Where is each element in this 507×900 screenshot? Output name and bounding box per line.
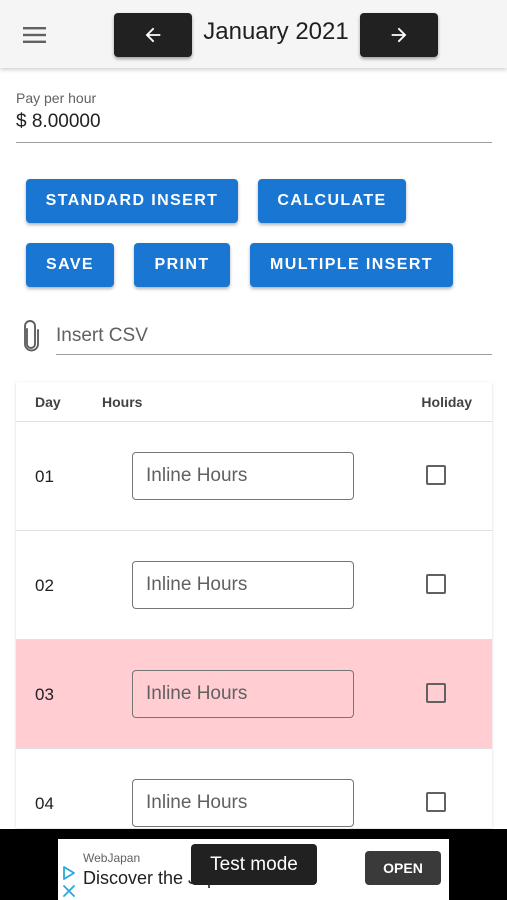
hours-input[interactable] — [132, 779, 354, 827]
ad-choices-icon[interactable] — [61, 865, 77, 899]
insert-csv-input[interactable] — [56, 322, 492, 350]
table-row: 01 — [16, 422, 492, 531]
test-mode-badge: Test mode — [191, 844, 317, 885]
save-button[interactable]: SAVE — [26, 243, 114, 287]
column-header-hours: Hours — [102, 394, 143, 410]
hours-table: Day Hours Holiday 01 02 03 04 — [16, 382, 492, 828]
pay-field-underline — [16, 142, 492, 143]
pay-per-hour-field[interactable]: $ 8.00000 — [16, 111, 101, 133]
ad-brand: WebJapan — [83, 851, 141, 865]
hours-input[interactable] — [132, 452, 354, 500]
table-header: Day Hours Holiday — [16, 382, 492, 422]
table-row: 03 — [16, 640, 492, 749]
column-header-holiday: Holiday — [421, 394, 472, 410]
hours-input[interactable] — [132, 561, 354, 609]
arrow-right-icon — [391, 27, 407, 43]
paperclip-icon[interactable] — [19, 320, 43, 352]
row-day: 01 — [35, 467, 54, 486]
ad-open-button[interactable]: OPEN — [365, 851, 441, 885]
csv-input-underline — [56, 354, 492, 355]
table-row: 02 — [16, 531, 492, 640]
multiple-insert-button[interactable]: MULTIPLE INSERT — [250, 243, 453, 287]
previous-month-button[interactable] — [114, 13, 192, 57]
menu-button[interactable] — [16, 18, 54, 52]
row-day: 04 — [35, 794, 54, 813]
row-day: 02 — [35, 576, 54, 595]
table-row: 04 — [16, 749, 492, 828]
top-app-bar: January 2021 — [0, 0, 507, 68]
hours-input[interactable] — [132, 670, 354, 718]
hamburger-menu-icon — [23, 27, 46, 43]
column-header-day: Day — [35, 394, 61, 410]
month-title: January 2021 — [203, 18, 349, 45]
row-day: 03 — [35, 685, 54, 704]
holiday-checkbox[interactable] — [426, 574, 446, 594]
standard-insert-button[interactable]: STANDARD INSERT — [26, 179, 238, 223]
print-button[interactable]: PRINT — [134, 243, 230, 287]
holiday-checkbox[interactable] — [426, 465, 446, 485]
calculate-button[interactable]: CALCULATE — [258, 179, 406, 223]
pay-per-hour-label: Pay per hour — [16, 90, 97, 106]
holiday-checkbox[interactable] — [426, 683, 446, 703]
next-month-button[interactable] — [360, 13, 438, 57]
holiday-checkbox[interactable] — [426, 792, 446, 812]
arrow-left-icon — [145, 27, 161, 43]
